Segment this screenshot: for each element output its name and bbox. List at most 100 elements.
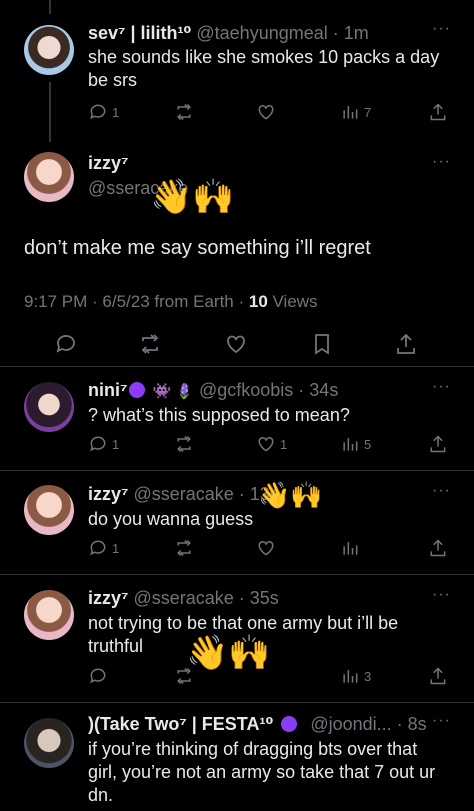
- handle[interactable]: @sseracake · 35s: [133, 588, 278, 608]
- tweet-actions: 1 1 5: [88, 434, 458, 456]
- handle[interactable]: @joondi... · 8s: [310, 714, 426, 734]
- heart-icon: [258, 540, 274, 556]
- share-button[interactable]: [428, 666, 448, 686]
- hand-emoji: 🙌: [228, 634, 271, 672]
- views-button[interactable]: 5: [340, 434, 371, 454]
- retweet-button[interactable]: [174, 666, 194, 686]
- bookmark-button[interactable]: [310, 332, 334, 356]
- hand-emoji: 👋: [150, 178, 193, 216]
- reply-button[interactable]: 1: [88, 102, 119, 122]
- views-icon: [343, 438, 358, 451]
- reply-icon: [90, 104, 106, 120]
- purple-heart-icon: [129, 382, 146, 398]
- like-count: 1: [280, 436, 288, 452]
- tweet-header: izzy⁷ @sseracake · 35s: [88, 588, 279, 609]
- like-button[interactable]: 1: [256, 434, 287, 454]
- tweet-text: do you wanna guess: [88, 509, 254, 529]
- hand-emoji: 🙌: [290, 480, 323, 510]
- reply-icon: [90, 540, 106, 556]
- share-button[interactable]: [428, 538, 448, 558]
- thread-line: [49, 82, 51, 142]
- retweet-icon: [177, 103, 191, 121]
- divider: [0, 470, 474, 471]
- reply-count: 1: [112, 104, 120, 120]
- divider: [0, 366, 474, 367]
- like-button[interactable]: [256, 102, 276, 122]
- reply-count: 1: [112, 540, 120, 556]
- tweet-actions: 1: [88, 538, 458, 560]
- handle[interactable]: @taehyungmeal · 1m: [196, 23, 368, 43]
- avatar[interactable]: [24, 590, 74, 640]
- tweet-header: )(Take Two⁷ | FESTA¹⁰ @joondi... · 8s: [88, 714, 427, 735]
- retweet-button[interactable]: [174, 538, 194, 558]
- display-name[interactable]: sev⁷ | lilith¹⁰: [88, 23, 191, 43]
- avatar[interactable]: [24, 718, 74, 768]
- more-icon[interactable]: ···: [432, 482, 451, 500]
- views-icon: [343, 670, 358, 683]
- bookmark-icon: [315, 334, 329, 355]
- share-icon: [430, 435, 446, 453]
- views-button[interactable]: 3: [340, 666, 371, 686]
- reply-icon: [90, 436, 106, 452]
- tweet-header: izzy⁷ @sseracake · 13s: [88, 484, 279, 505]
- avatar[interactable]: [24, 152, 74, 202]
- divider: [0, 574, 474, 575]
- avatar[interactable]: [24, 25, 74, 75]
- tweet-actions: 3: [88, 666, 458, 688]
- more-icon[interactable]: ···: [432, 378, 451, 396]
- display-name[interactable]: nini⁷: [88, 380, 127, 400]
- timestamp[interactable]: 9:17 PM · 6/5/23 from Earth ·: [24, 292, 249, 311]
- reply-icon: [56, 335, 75, 353]
- retweet-button[interactable]: [174, 102, 194, 122]
- reply-button[interactable]: [88, 666, 108, 686]
- views-count: 7: [364, 104, 372, 120]
- handle[interactable]: @sseracake · 13s: [133, 484, 278, 504]
- like-button[interactable]: [256, 538, 276, 558]
- tweet-actions: 1 7: [88, 102, 458, 124]
- main-tweet-actions: [24, 332, 454, 356]
- tweet-header: nini⁷ 👾 🪻 @gcfkoobis · 34s: [88, 380, 338, 401]
- tweet-text: don’t make me say something i’ll regret: [24, 237, 371, 259]
- retweet-icon: [177, 539, 191, 557]
- views-label: Views: [267, 292, 318, 311]
- views-count: 3: [364, 668, 372, 684]
- views-button[interactable]: [340, 538, 360, 558]
- heart-icon: [227, 335, 245, 354]
- share-button[interactable]: [428, 102, 448, 122]
- retweet-icon: [177, 435, 191, 453]
- reply-icon: [90, 668, 106, 684]
- avatar[interactable]: [24, 382, 74, 432]
- heart-icon: [258, 104, 274, 120]
- more-icon[interactable]: ···: [432, 712, 451, 730]
- display-name[interactable]: izzy⁷: [88, 484, 128, 504]
- more-icon[interactable]: ···: [432, 153, 451, 171]
- retweet-button[interactable]: [138, 332, 162, 356]
- display-name[interactable]: )(Take Two⁷ | FESTA¹⁰: [88, 714, 273, 734]
- share-icon: [430, 103, 446, 121]
- tweet-text: she sounds like she smokes 10 packs a da…: [88, 47, 440, 90]
- more-icon[interactable]: ···: [432, 586, 451, 604]
- views-button[interactable]: 7: [340, 102, 371, 122]
- display-name[interactable]: izzy⁷: [88, 153, 128, 174]
- retweet-button[interactable]: [174, 434, 194, 454]
- share-button[interactable]: [428, 434, 448, 454]
- like-button[interactable]: [224, 332, 248, 356]
- reply-count: 1: [112, 436, 120, 452]
- more-icon[interactable]: ···: [432, 20, 451, 38]
- avatar[interactable]: [24, 485, 74, 535]
- tweet-text: ? what’s this supposed to mean?: [88, 405, 350, 425]
- reply-button[interactable]: [54, 332, 78, 356]
- thread-line: [49, 0, 51, 14]
- handle[interactable]: @gcfkoobis · 34s: [199, 380, 338, 400]
- waving-hands-emoji: 👋 🙌: [258, 482, 323, 508]
- views-number: 10: [248, 292, 268, 311]
- retweet-icon: [141, 334, 159, 354]
- display-name[interactable]: izzy⁷: [88, 588, 128, 608]
- reply-button[interactable]: 1: [88, 434, 119, 454]
- share-button[interactable]: [394, 332, 418, 356]
- share-icon: [397, 333, 415, 354]
- reply-button[interactable]: 1: [88, 538, 119, 558]
- views-icon: [343, 106, 358, 119]
- tweet-header: izzy⁷: [88, 153, 128, 174]
- views-icon: [343, 542, 358, 555]
